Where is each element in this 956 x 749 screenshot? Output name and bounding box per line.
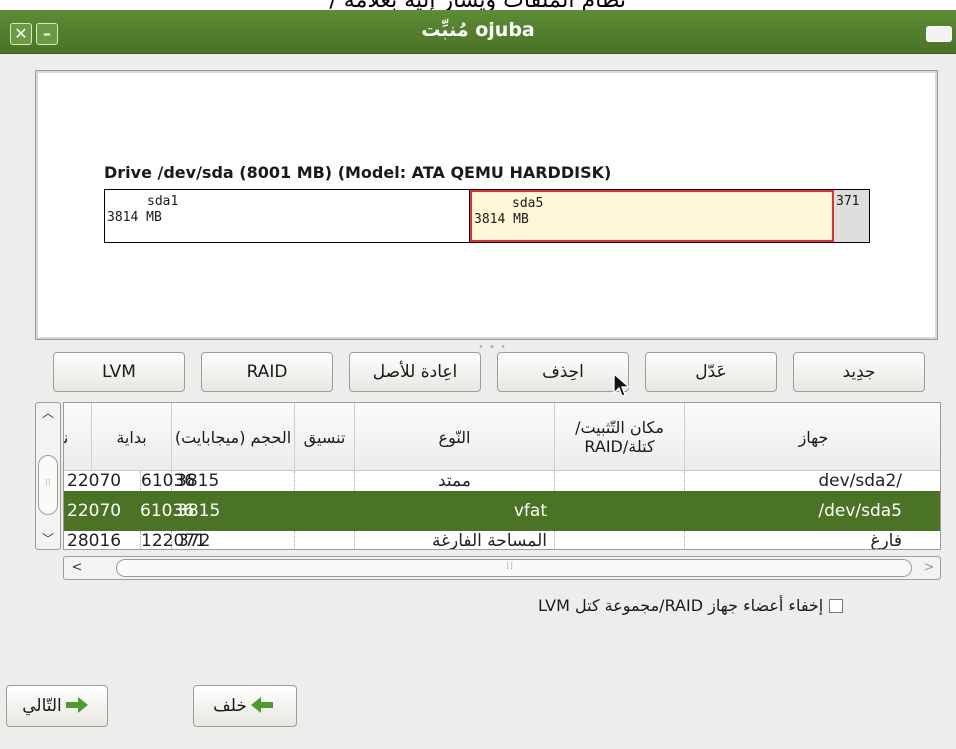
- cell-type: ممتد: [354, 471, 554, 491]
- new-button[interactable]: جدِيد: [793, 352, 925, 392]
- cell-type: vfat: [513, 501, 547, 521]
- back-label: خلف: [213, 696, 247, 716]
- partition-size: 3814 MB: [107, 210, 162, 225]
- drive-graph-panel: Drive /dev/sda (8001 MB) (Model: ATA QEM…: [35, 70, 938, 340]
- maximize-window-button[interactable]: [926, 26, 952, 42]
- table-header: جهاز مكان التّثبيت/ كتلة/RAID النّوع تنس…: [64, 403, 940, 471]
- partition-table: جهاز مكان التّثبيت/ كتلة/RAID النّوع تنس…: [63, 402, 941, 550]
- partition-size: 3814 MB: [474, 212, 529, 227]
- cell-mount: [554, 531, 684, 549]
- cell-start: 122071: [140, 531, 215, 549]
- cell-mount: [554, 471, 684, 491]
- partition-block-sda1[interactable]: sda1 3814 MB: [105, 190, 470, 242]
- reset-button[interactable]: اعِادة للأصل: [349, 352, 481, 392]
- next-label: التّالي: [22, 696, 62, 716]
- hide-members-checkbox[interactable]: [829, 599, 844, 613]
- window-titlebar: ✕ – مُنبِّت ojuba: [0, 10, 956, 54]
- column-header-device[interactable]: جهاز: [684, 403, 940, 471]
- cell-device: فارغ: [684, 531, 902, 549]
- horizontal-scroll-thumb[interactable]: ⁞⁞: [116, 559, 912, 577]
- mouse-cursor-icon: [613, 373, 631, 397]
- column-header-end[interactable]: نهاية: [64, 403, 91, 471]
- lvm-button[interactable]: LVM: [53, 352, 185, 392]
- cell-format: [294, 531, 354, 549]
- scroll-left-icon[interactable]: <: [68, 558, 86, 578]
- partition-size: 371: [836, 194, 860, 209]
- cell-start: 61036: [140, 501, 195, 521]
- cell-end: 28016: [67, 531, 122, 550]
- column-header-format[interactable]: تنسيق: [294, 403, 354, 471]
- scroll-down-icon[interactable]: ﹀: [36, 529, 60, 549]
- next-arrow-icon: [65, 697, 88, 713]
- edit-button[interactable]: عَدّل: [645, 352, 777, 392]
- table-row-selected[interactable]: /dev/sda5 vfat 3815 61036 22070: [64, 491, 940, 531]
- partition-block-free[interactable]: 371: [834, 190, 869, 242]
- partition-name: sda1: [147, 194, 179, 209]
- background-window-strip: نظام الملفات ويشار إليه بعلامة /: [0, 0, 956, 10]
- delete-button[interactable]: احِذف: [497, 352, 629, 392]
- disk-partition-bar: sda1 3814 MB sda5 3814 MB 371: [104, 189, 870, 243]
- partition-name: sda5: [512, 196, 544, 211]
- table-row[interactable]: /dev/sda2 ممتد 3815 61036 22070: [64, 471, 940, 491]
- cell-device: /dev/sda5: [818, 501, 902, 521]
- hide-members-label: إخفاء أعضاء جهاز RAID/مجموعة كتل LVM: [538, 596, 824, 615]
- window-title: مُنبِّت ojuba: [421, 19, 535, 41]
- column-header-type[interactable]: النّوع: [354, 403, 554, 471]
- next-button[interactable]: التّالي: [6, 685, 108, 727]
- column-header-size[interactable]: الحجم (ميجابايت): [171, 403, 294, 471]
- cell-start: 61036: [140, 471, 215, 491]
- column-header-start[interactable]: بداية: [91, 403, 171, 471]
- back-button[interactable]: خلف: [193, 685, 297, 727]
- cell-device: /dev/sda2: [684, 471, 902, 491]
- cell-end: 22070: [67, 501, 122, 521]
- cell-mount: [554, 491, 684, 531]
- cell-end: 22070: [67, 471, 122, 491]
- partition-block-sda5[interactable]: sda5 3814 MB: [470, 190, 834, 242]
- scroll-right-icon[interactable]: >: [920, 558, 938, 578]
- cell-type: المساحة الفارغة: [354, 531, 547, 549]
- hide-members-option[interactable]: إخفاء أعضاء جهاز RAID/مجموعة كتل LVM: [538, 596, 844, 615]
- raid-button[interactable]: RAID: [201, 352, 333, 392]
- vertical-scroll-thumb[interactable]: ⁞⁞: [38, 455, 58, 515]
- table-horizontal-scrollbar[interactable]: < ⁞⁞ >: [63, 556, 941, 580]
- drive-title: Drive /dev/sda (8001 MB) (Model: ATA QEM…: [104, 163, 612, 182]
- cell-format: [294, 471, 354, 491]
- background-text: نظام الملفات ويشار إليه بعلامة /: [329, 0, 626, 10]
- table-vertical-scrollbar[interactable]: ︿ ⁞⁞ ﹀: [35, 402, 61, 550]
- back-arrow-icon: [250, 697, 273, 713]
- cell-format: [294, 491, 354, 531]
- table-row[interactable]: فارغ المساحة الفارغة 372 122071 28016: [64, 531, 940, 550]
- scroll-up-icon[interactable]: ︿: [36, 403, 60, 423]
- column-header-mount[interactable]: مكان التّثبيت/ كتلة/RAID: [554, 403, 684, 471]
